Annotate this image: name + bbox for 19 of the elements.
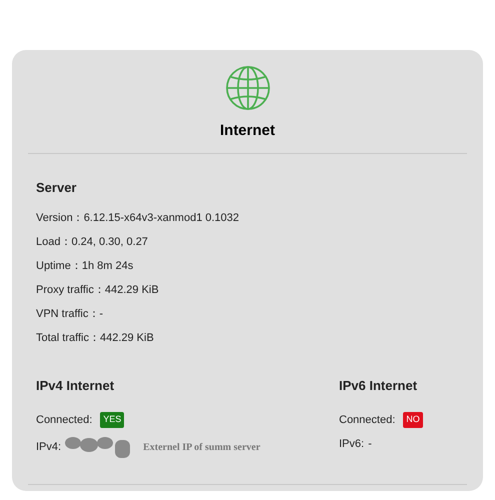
globe-icon <box>224 65 270 111</box>
status-label: Connected: <box>36 412 92 428</box>
annotation-text: Externel IP of summ server <box>143 440 260 454</box>
section-heading: IPv6 Internet <box>339 377 418 395</box>
server-info-line: Load：0.24, 0.30, 0.27 <box>36 235 149 250</box>
address-value: - <box>368 437 372 452</box>
address-label: IPv6: <box>339 437 364 452</box>
server-info-line: Proxy traffic：442.29 KiB <box>36 283 160 298</box>
server-info-line: Uptime：1h 8m 24s <box>36 259 134 274</box>
server-info-line: Version：6.12.15-x64v3-xanmod1 0.1032 <box>36 211 240 226</box>
status-label: Connected: <box>339 412 396 428</box>
server-info-line: VPN traffic：- <box>36 307 104 322</box>
status-badge: NO <box>403 412 423 428</box>
section-heading: Server <box>36 178 78 196</box>
section-heading: IPv4 Internet <box>36 377 116 395</box>
card-title: Internet <box>220 121 275 141</box>
address-label: IPv4: <box>36 440 62 455</box>
status-badge: YES <box>100 412 124 428</box>
server-info-line: Total traffic：442.29 KiB <box>36 331 155 346</box>
